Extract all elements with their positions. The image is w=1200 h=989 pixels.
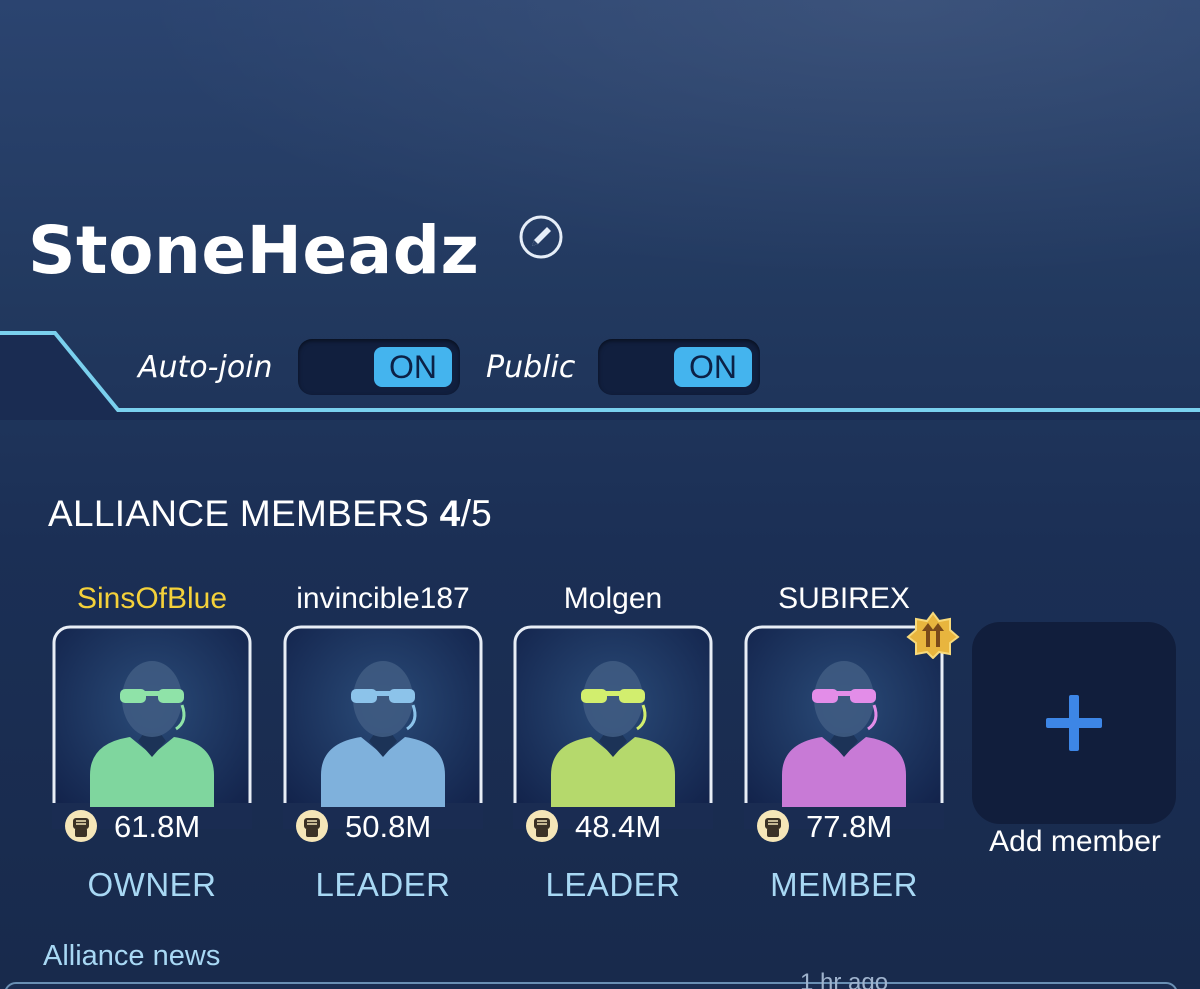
public-toggle[interactable]: ON (598, 339, 760, 395)
member-card-3[interactable]: SUBIREX 77.8M MEMBER (744, 575, 960, 905)
pencil-icon (519, 215, 563, 259)
member-card-0[interactable]: SinsOfBlue 61.8M OWNER (52, 575, 252, 905)
auto-join-label: Auto-join (138, 350, 273, 385)
member-power: 50.8M (283, 805, 483, 847)
members-count-current: 4 (439, 493, 461, 534)
members-heading: ALLIANCE MEMBERS 4/5 (48, 492, 492, 536)
rank-up-badge-icon (906, 611, 960, 659)
member-power-value: 50.8M (345, 809, 432, 844)
news-heading: Alliance news (43, 940, 221, 972)
member-role: LEADER (545, 866, 681, 903)
power-fist-icon (65, 810, 97, 842)
plus-icon (1046, 695, 1102, 751)
member-card-1[interactable]: invincible187 50.8M LEADER (283, 575, 483, 905)
member-power-value: 48.4M (575, 809, 662, 844)
auto-join-toggle[interactable]: ON (298, 339, 460, 395)
members-heading-text: ALLIANCE MEMBERS (48, 493, 430, 534)
member-power-value: 61.8M (114, 809, 201, 844)
member-power: 48.4M (513, 805, 713, 847)
member-name: SinsOfBlue (76, 582, 228, 615)
member-power-value: 77.8M (806, 809, 893, 844)
avatar-frame (513, 625, 713, 829)
public-label: Public (486, 350, 576, 385)
member-role: LEADER (315, 866, 451, 903)
auto-join-state: ON (374, 347, 452, 387)
member-role: MEMBER (770, 866, 918, 903)
member-card-2[interactable]: Molgen 48.4M LEADER (513, 575, 713, 905)
power-fist-icon (526, 810, 558, 842)
add-member-label: Add member (989, 825, 1161, 858)
member-role: OWNER (87, 866, 217, 903)
power-fist-icon (296, 810, 328, 842)
edit-name-button[interactable] (518, 214, 564, 260)
news-panel[interactable] (4, 982, 1178, 989)
members-count-max: /5 (460, 493, 493, 534)
member-name: invincible187 (296, 582, 470, 615)
alliance-name: StoneHeadz (28, 212, 480, 289)
alliance-screen: StoneHeadz Auto-join ON Public ON ALLIAN… (0, 0, 1200, 989)
power-fist-icon (757, 810, 789, 842)
avatar-frame (52, 625, 252, 829)
member-power: 61.8M (52, 805, 252, 847)
news-timestamp: 1 hr ago (800, 969, 889, 989)
member-power: 77.8M (744, 805, 944, 847)
public-state: ON (674, 347, 752, 387)
member-name: Molgen (563, 582, 663, 615)
avatar-frame (283, 625, 483, 829)
add-member-button[interactable] (972, 622, 1176, 824)
